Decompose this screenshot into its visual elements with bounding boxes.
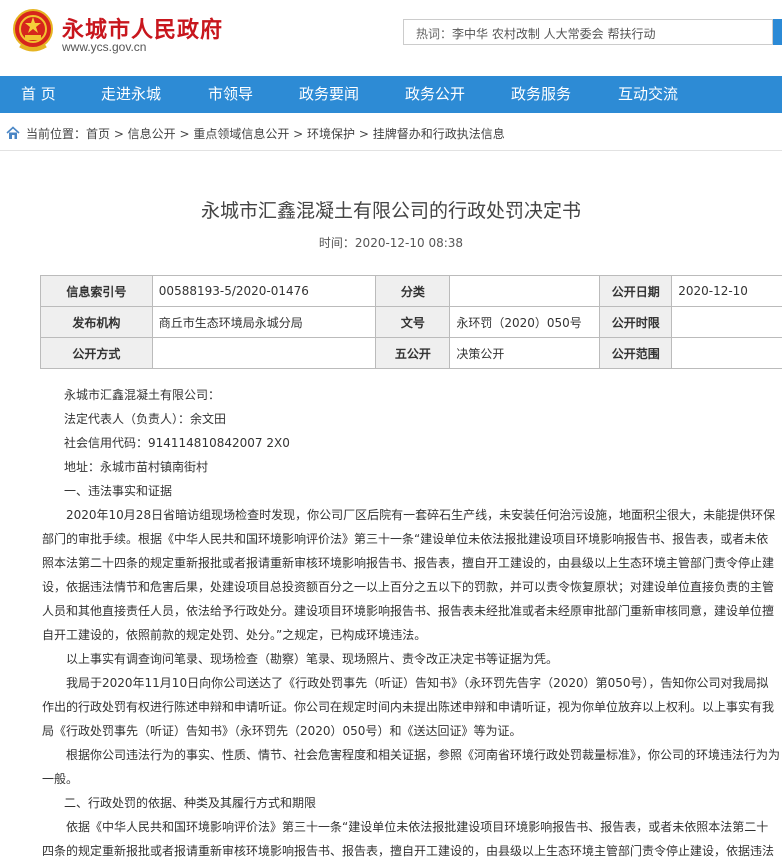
- search-hot-label: 热词：: [416, 27, 453, 41]
- value-doc-no: 永环罚（2020）050号: [449, 306, 601, 338]
- value-pub-date: 2020-12-10: [671, 275, 782, 307]
- search-button[interactable]: [773, 19, 782, 45]
- value-pub-scope: [671, 337, 782, 369]
- section-heading: 二、行政处罚的依据、种类及其履行方式和期限: [64, 796, 317, 810]
- value-pub-method: [151, 337, 377, 369]
- body-paragraph: 永城市汇鑫混凝土有限公司：: [64, 388, 221, 402]
- label-category: 分类: [375, 275, 451, 307]
- table-row: 公开方式 五公开 决策公开 公开范围: [40, 337, 782, 369]
- body-paragraph: 根据你公司违法行为的事实、性质、情节、社会危害程度和相关证据，参照《河南省环境行…: [42, 748, 781, 786]
- info-table: 信息索引号 00588193-5/2020-01476 分类 公开日期 2020…: [40, 275, 782, 369]
- nav-item-leaders[interactable]: 市领导: [208, 76, 253, 113]
- article-body: 永城市汇鑫混凝土有限公司： 法定代表人（负责人）：余文田 社会信用代码：9141…: [42, 383, 780, 861]
- label-pub-method: 公开方式: [40, 337, 153, 369]
- label-five-open: 五公开: [375, 337, 451, 369]
- body-paragraph: 社会信用代码：914114810842007 2X0: [64, 436, 290, 450]
- table-row: 发布机构 商丘市生态环境局永城分局 文号 永环罚（2020）050号 公开时限: [40, 306, 782, 338]
- value-pub-period: [671, 306, 782, 338]
- nav-item-services[interactable]: 政务服务: [511, 76, 571, 113]
- article-time: 时间：2020-12-10 08:38: [318, 236, 464, 250]
- label-doc-no: 文号: [375, 306, 451, 338]
- home-icon: [6, 126, 20, 139]
- value-publisher: 商丘市生态环境局永城分局: [151, 306, 377, 338]
- site-header: 永城市人民政府 www.ycs.gov.cn 热词： 李中华 农村改制 人大常委…: [0, 0, 782, 76]
- article-title: 永城市汇鑫混凝土有限公司的行政处罚决定书: [200, 200, 581, 222]
- breadcrumb-text[interactable]: 当前位置：首页 > 信息公开 > 重点领域信息公开 > 环境保护 > 挂牌督办和…: [26, 125, 505, 142]
- site-url: www.ycs.gov.cn: [62, 40, 147, 54]
- label-pub-scope: 公开范围: [599, 337, 673, 369]
- nav-item-about[interactable]: 走进永城: [101, 76, 161, 113]
- value-index-no: 00588193-5/2020-01476: [151, 275, 377, 307]
- nav-item-news[interactable]: 政务要闻: [299, 76, 359, 113]
- divider: [0, 150, 782, 151]
- label-index-no: 信息索引号: [40, 275, 153, 307]
- nav-item-interaction[interactable]: 互动交流: [618, 76, 678, 113]
- main-nav: 首 页 走进永城 市领导 政务要闻 政务公开 政务服务 互动交流: [0, 76, 782, 113]
- body-paragraph: 法定代表人（负责人）：余文田: [64, 412, 227, 426]
- nav-item-home[interactable]: 首 页: [21, 76, 56, 113]
- label-publisher: 发布机构: [40, 306, 153, 338]
- body-paragraph: 地址：永城市苗村镇南街村: [64, 460, 209, 474]
- label-pub-period: 公开时限: [599, 306, 673, 338]
- label-pub-date: 公开日期: [599, 275, 673, 307]
- body-paragraph: 2020年10月28日省暗访组现场检查时发现，你公司厂区后院有一套碎石生产线，未…: [42, 508, 776, 642]
- national-emblem-icon[interactable]: [12, 8, 54, 54]
- breadcrumb: 当前位置：首页 > 信息公开 > 重点领域信息公开 > 环境保护 > 挂牌督办和…: [0, 121, 782, 145]
- search-input[interactable]: 热词： 李中华 农村改制 人大常委会 帮扶行动: [403, 19, 773, 45]
- section-heading: 一、违法事实和证据: [64, 484, 173, 498]
- value-category: [449, 275, 601, 307]
- body-paragraph: 我局于2020年11月10日向你公司送达了《行政处罚事先（听证）告知书》（永环罚…: [42, 676, 775, 738]
- nav-item-open-gov[interactable]: 政务公开: [405, 76, 465, 113]
- table-row: 信息索引号 00588193-5/2020-01476 分类 公开日期 2020…: [40, 275, 782, 307]
- value-five-open: 决策公开: [449, 337, 601, 369]
- body-paragraph: 依据《中华人民共和国环境影响评价法》第三十一条“建设单位未依法报批建设项目环境影…: [42, 820, 775, 858]
- body-paragraph: 以上事实有调查询问笔录、现场检查（勘察）笔录、现场照片、责令改正决定书等证据为凭…: [66, 652, 559, 666]
- search-hot-terms[interactable]: 李中华 农村改制 人大常委会 帮扶行动: [452, 25, 655, 42]
